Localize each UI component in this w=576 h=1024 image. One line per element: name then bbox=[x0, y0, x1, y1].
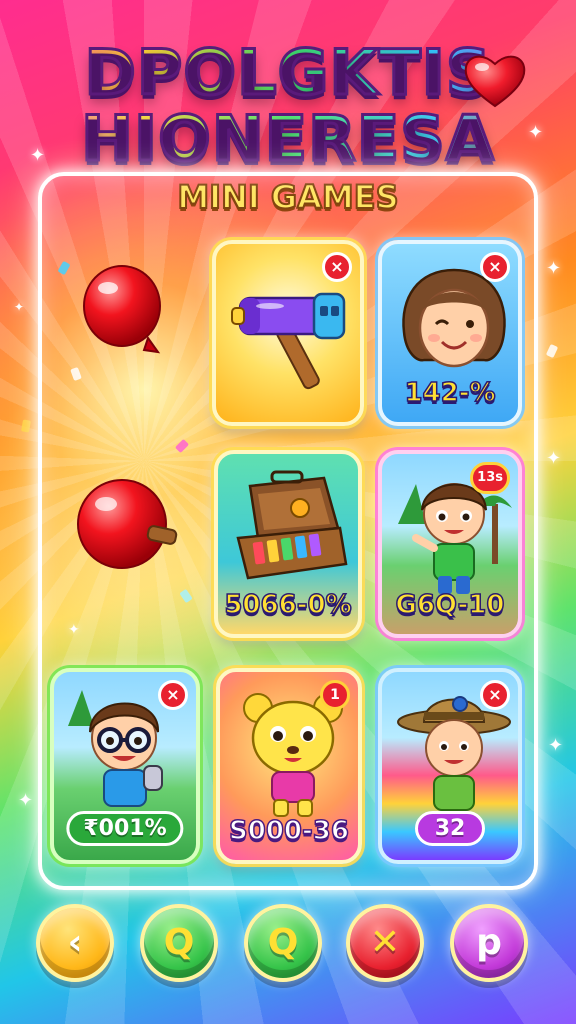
back-button[interactable]: ‹ bbox=[36, 904, 114, 982]
profile-button[interactable]: p bbox=[450, 904, 528, 982]
close-button[interactable]: ✕ bbox=[346, 904, 424, 982]
back-icon: ‹ bbox=[67, 922, 83, 963]
search-button-2[interactable]: Q bbox=[244, 904, 322, 982]
confetti bbox=[21, 419, 31, 433]
park-boy-game-tile[interactable]: 13s G6Q-10 bbox=[378, 450, 522, 638]
bottom-button-bar: ‹ Q Q ✕ p bbox=[0, 904, 576, 994]
sparkle-icon: ✦ bbox=[548, 735, 564, 756]
hammer-icon bbox=[231, 292, 346, 390]
face-game-tile[interactable]: × 142-% bbox=[378, 240, 522, 426]
timer-badge: 13s bbox=[470, 462, 510, 494]
close-badge[interactable]: × bbox=[322, 252, 352, 282]
count-badge: 1 bbox=[320, 680, 350, 710]
search-icon: Q bbox=[267, 922, 299, 963]
red-ball-icon[interactable] bbox=[74, 472, 178, 576]
bear-game-tile[interactable]: 1 S000-36 bbox=[216, 668, 362, 864]
close-badge[interactable]: × bbox=[480, 252, 510, 282]
sparkle-icon: ✦ bbox=[546, 258, 562, 279]
score-label: ₹001% bbox=[66, 811, 184, 846]
search-icon: Q bbox=[163, 922, 195, 963]
explorer-game-tile[interactable]: × 32 bbox=[378, 668, 522, 864]
close-icon: ✕ bbox=[369, 922, 401, 963]
red-balloon-icon[interactable] bbox=[78, 262, 174, 372]
score-label: 142-% bbox=[404, 377, 497, 409]
search-button[interactable]: Q bbox=[140, 904, 218, 982]
score-label: S000-36 bbox=[228, 815, 349, 847]
score-label: 32 bbox=[415, 811, 485, 846]
game-title-line-2: HIONERESA bbox=[0, 104, 576, 173]
score-label: 5066-0% bbox=[224, 589, 353, 621]
close-badge[interactable]: × bbox=[158, 680, 188, 710]
profile-icon: p bbox=[476, 922, 502, 963]
glasses-boy-game-tile[interactable]: × ₹001% bbox=[50, 668, 200, 864]
sparkle-icon: ✦ bbox=[18, 790, 34, 811]
sparkle-icon: ✦ bbox=[14, 300, 25, 314]
sparkle-icon: ✦ bbox=[546, 448, 562, 469]
toolbox-icon bbox=[236, 470, 348, 580]
close-badge[interactable]: × bbox=[480, 680, 510, 710]
heart-icon bbox=[464, 55, 526, 108]
hammer-game-tile[interactable]: × bbox=[212, 240, 364, 426]
confetti bbox=[545, 343, 559, 359]
score-label: G6Q-10 bbox=[395, 589, 506, 621]
toolbox-game-tile[interactable]: 5066-0% bbox=[214, 450, 362, 638]
